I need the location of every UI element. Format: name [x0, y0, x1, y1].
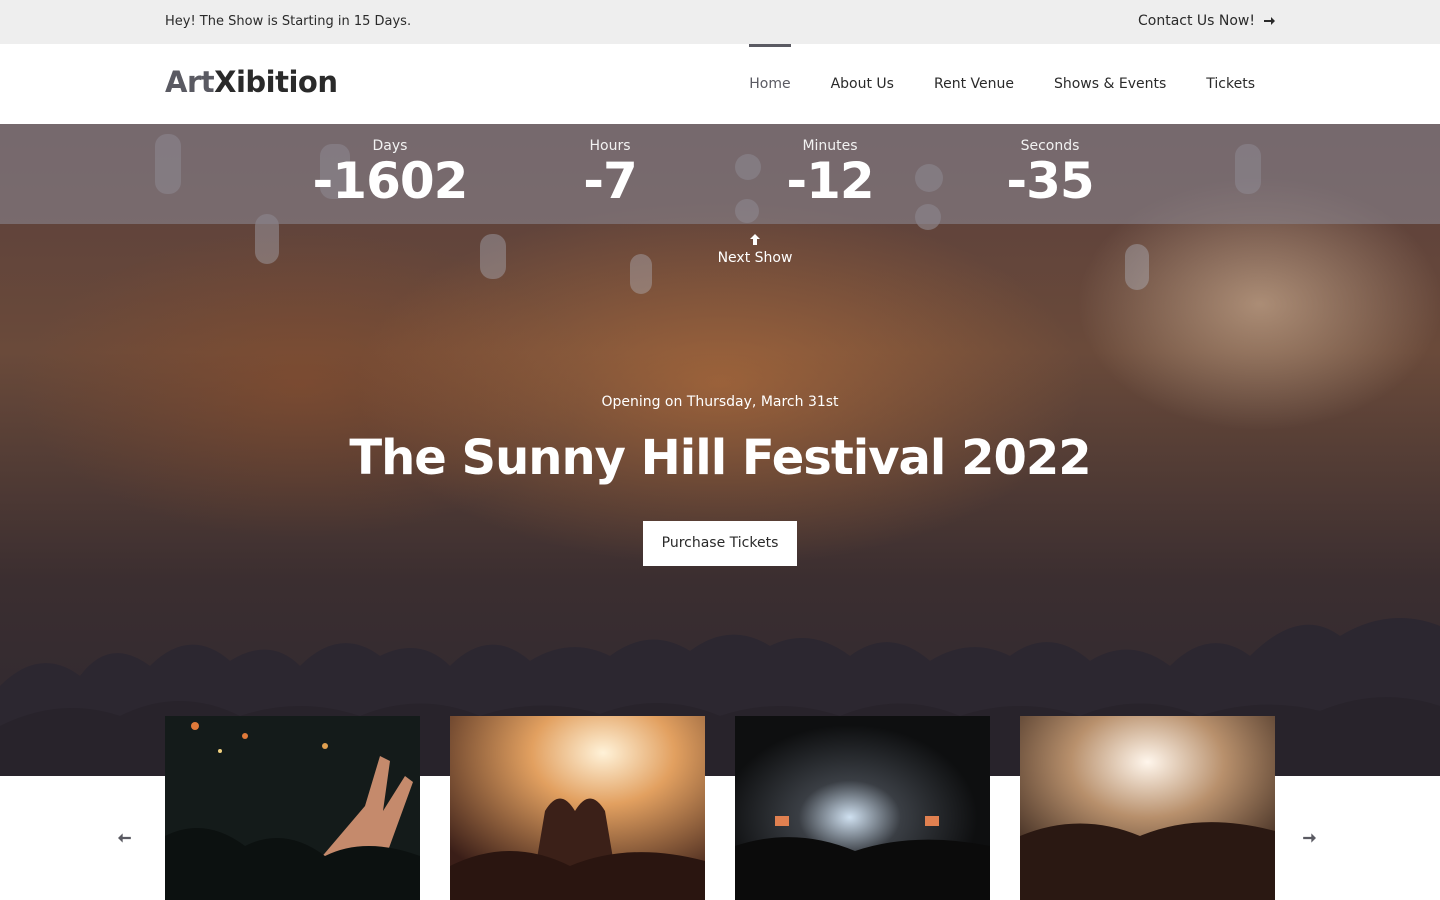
concert-photo-confetti	[735, 716, 990, 900]
arrow-up-icon	[750, 234, 760, 245]
top-bar: Hey! The Show is Starting in 15 Days. Co…	[0, 0, 1440, 44]
logo-part-art: Art	[165, 65, 215, 99]
announcement-text: Hey! The Show is Starting in 15 Days.	[165, 14, 412, 29]
countdown-seconds: Seconds -35	[950, 138, 1150, 208]
bokeh-light	[480, 234, 506, 279]
hero-subtitle: Opening on Thursday, March 31st	[601, 394, 839, 410]
concert-photo-stage-lights	[1020, 716, 1275, 900]
countdown-value: -1602	[312, 152, 469, 210]
countdown-bar: Days -1602 Hours -7 Minutes -12 Seconds …	[0, 124, 1440, 224]
gallery-image-hands[interactable]	[165, 716, 420, 900]
gallery-image-heart-hands[interactable]	[450, 716, 705, 900]
next-show-link[interactable]: Next Show	[660, 234, 850, 266]
gallery-image-stage-lights[interactable]	[1020, 716, 1275, 900]
countdown-value: -35	[1006, 152, 1094, 210]
purchase-tickets-button[interactable]: Purchase Tickets	[643, 521, 797, 566]
countdown-value: -7	[583, 152, 638, 210]
gallery-prev-button[interactable]	[118, 830, 138, 850]
logo-part-xibition: Xibition	[214, 65, 338, 99]
nav-home[interactable]: Home	[749, 44, 791, 124]
hero-banner: Days -1602 Hours -7 Minutes -12 Seconds …	[0, 124, 1440, 776]
nav-tickets[interactable]: Tickets	[1206, 44, 1255, 124]
concert-photo-heart-hands	[450, 716, 705, 900]
nav-shows-events[interactable]: Shows & Events	[1054, 44, 1166, 124]
gallery-next-button[interactable]	[1302, 830, 1322, 850]
site-logo[interactable]: ArtXibition	[165, 65, 338, 99]
arrow-left-icon	[118, 833, 131, 843]
arrow-right-icon	[1303, 833, 1316, 843]
concert-photo-hands	[165, 716, 420, 900]
bokeh-light	[1125, 244, 1149, 290]
hero-title: The Sunny Hill Festival 2022	[349, 430, 1091, 486]
countdown-days: Days -1602	[290, 138, 490, 208]
nav-about-us[interactable]: About Us	[831, 44, 894, 124]
contact-us-link[interactable]: Contact Us Now!	[1138, 13, 1275, 29]
gallery-image-confetti[interactable]	[735, 716, 990, 900]
countdown-hours: Hours -7	[510, 138, 710, 208]
next-show-label: Next Show	[717, 250, 793, 266]
contact-us-label: Contact Us Now!	[1137, 13, 1255, 29]
main-nav: Home About Us Rent Venue Shows & Events …	[749, 44, 1255, 124]
arrow-right-icon	[1264, 17, 1275, 25]
bokeh-light	[630, 254, 652, 294]
countdown-value: -12	[786, 152, 874, 210]
nav-rent-venue[interactable]: Rent Venue	[934, 44, 1014, 124]
site-header: ArtXibition Home About Us Rent Venue Sho…	[0, 44, 1440, 124]
countdown-minutes: Minutes -12	[730, 138, 930, 208]
